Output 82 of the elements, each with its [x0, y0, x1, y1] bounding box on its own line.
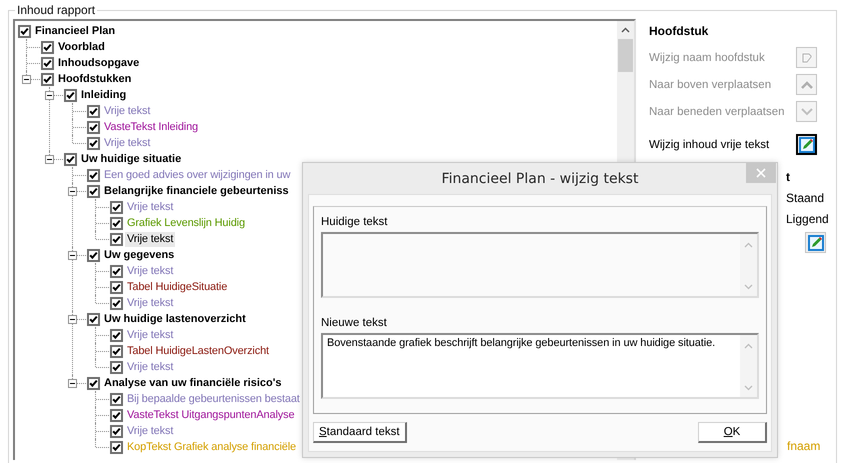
tree-item-label[interactable]: Vrije tekst: [125, 328, 176, 342]
collapse-toggle-icon[interactable]: [22, 75, 31, 84]
collapse-toggle-icon[interactable]: [68, 251, 77, 260]
checkbox[interactable]: [110, 360, 123, 374]
checkbox[interactable]: [41, 72, 54, 86]
tree-item-label[interactable]: Vrije tekst: [125, 296, 176, 310]
tree-item-label[interactable]: Een goed advies over wijzigingen in uw: [102, 168, 292, 182]
tree-item-label[interactable]: VasteTekst UitgangspuntenAnalyse: [125, 408, 296, 422]
ok-button[interactable]: OK: [698, 422, 767, 443]
tree-item-label[interactable]: Bij bepaalde gebeurtenissen bestaat: [125, 392, 302, 406]
action-label: Wijzig inhoud vrije tekst: [649, 138, 770, 150]
close-icon: [756, 168, 766, 178]
tree-item-label[interactable]: Inleiding: [79, 88, 128, 102]
section-heading: Hoofdstuk: [649, 23, 710, 40]
tree-item-label[interactable]: Tabel HuidigeSituatie: [125, 280, 230, 294]
action-label: Wijzig naam hoofdstuk: [649, 52, 765, 64]
tree-item-label[interactable]: Vrije tekst: [125, 360, 176, 374]
tree-item-label[interactable]: Voorblad: [56, 40, 107, 54]
tree-item-label[interactable]: Belangrijke financiele gebeurteniss: [102, 184, 291, 198]
collapse-toggle-icon[interactable]: [68, 187, 77, 196]
action-button[interactable]: [796, 134, 817, 155]
tree-item-label[interactable]: Analyse van uw financiële risico's: [102, 376, 284, 390]
tree-item-label[interactable]: Vrije tekst: [125, 424, 176, 438]
edit-icon: [798, 136, 814, 152]
option-label[interactable]: Liggend: [786, 212, 829, 226]
collapse-toggle-icon[interactable]: [68, 379, 77, 388]
checkbox[interactable]: [110, 344, 123, 358]
tree-item-label[interactable]: Uw huidige lastenoverzicht: [102, 312, 248, 326]
checkbox[interactable]: [87, 136, 100, 150]
checkbox[interactable]: [41, 56, 54, 70]
tree-item-label[interactable]: Vrije tekst: [102, 136, 152, 150]
checkbox[interactable]: [87, 248, 100, 262]
rename-icon: [800, 50, 814, 64]
checkbox[interactable]: [110, 440, 123, 454]
action-label: Naar beneden verplaatsen: [649, 106, 785, 118]
collapse-toggle-icon[interactable]: [45, 91, 54, 100]
tree-item-label[interactable]: Inhoudsopgave: [56, 56, 142, 70]
checkbox[interactable]: [110, 328, 123, 342]
tree-item-label[interactable]: Hoofdstukken: [56, 72, 134, 86]
checkbox[interactable]: [110, 216, 123, 230]
checkbox[interactable]: [110, 408, 123, 422]
tree-item-label[interactable]: Uw gegevens: [102, 248, 176, 262]
checkbox[interactable]: [87, 376, 100, 390]
tree-item-label[interactable]: Uw huidige situatie: [79, 152, 184, 166]
default-text-button[interactable]: Standaard tekst: [313, 422, 407, 443]
collapse-toggle-icon[interactable]: [45, 155, 54, 164]
checkbox[interactable]: [87, 168, 100, 182]
checkbox[interactable]: [110, 280, 123, 294]
edit-button[interactable]: [805, 232, 826, 253]
scroll-up-icon[interactable]: [621, 27, 630, 33]
section-heading: t: [786, 170, 790, 184]
checkbox[interactable]: [110, 424, 123, 438]
tree-item-label[interactable]: VasteTekst Inleiding: [102, 120, 200, 134]
tree-item-label[interactable]: Vrije tekst: [125, 264, 176, 278]
checkbox[interactable]: [87, 312, 100, 326]
checkbox[interactable]: [110, 264, 123, 278]
checkbox[interactable]: [41, 40, 54, 54]
tree-item-label[interactable]: Tabel HuidigeLastenOverzicht: [125, 344, 271, 358]
option-label[interactable]: Staand: [786, 191, 824, 205]
tree-item-label[interactable]: Financieel Plan: [33, 24, 118, 38]
checkbox[interactable]: [110, 200, 123, 214]
checkbox[interactable]: [110, 232, 123, 246]
tree-item-label[interactable]: Vrije tekst: [125, 200, 176, 214]
checkbox[interactable]: [87, 120, 100, 134]
edit-icon: [808, 234, 824, 250]
group-title: Inhoud rapport: [16, 3, 96, 17]
scroll-thumb[interactable]: [618, 39, 633, 72]
checkbox[interactable]: [110, 392, 123, 406]
tree-item-label[interactable]: Vrije tekst: [102, 104, 152, 118]
collapse-toggle-icon[interactable]: [68, 315, 77, 324]
action-label: Naar boven verplaatsen: [649, 78, 772, 90]
checkbox[interactable]: [87, 104, 100, 118]
field-label: Huidige tekst: [321, 216, 388, 228]
checkbox[interactable]: [18, 24, 31, 38]
tree-item-label[interactable]: Vrije tekst: [125, 232, 176, 246]
checkbox[interactable]: [87, 184, 100, 198]
checkbox[interactable]: [110, 296, 123, 310]
field-label: Nieuwe tekst: [321, 317, 388, 329]
checkbox[interactable]: [64, 152, 77, 166]
checkbox[interactable]: [64, 88, 77, 102]
column-header: fnaam: [787, 439, 822, 453]
dialog-title: Financieel Plan - wijzig tekst: [442, 170, 638, 186]
